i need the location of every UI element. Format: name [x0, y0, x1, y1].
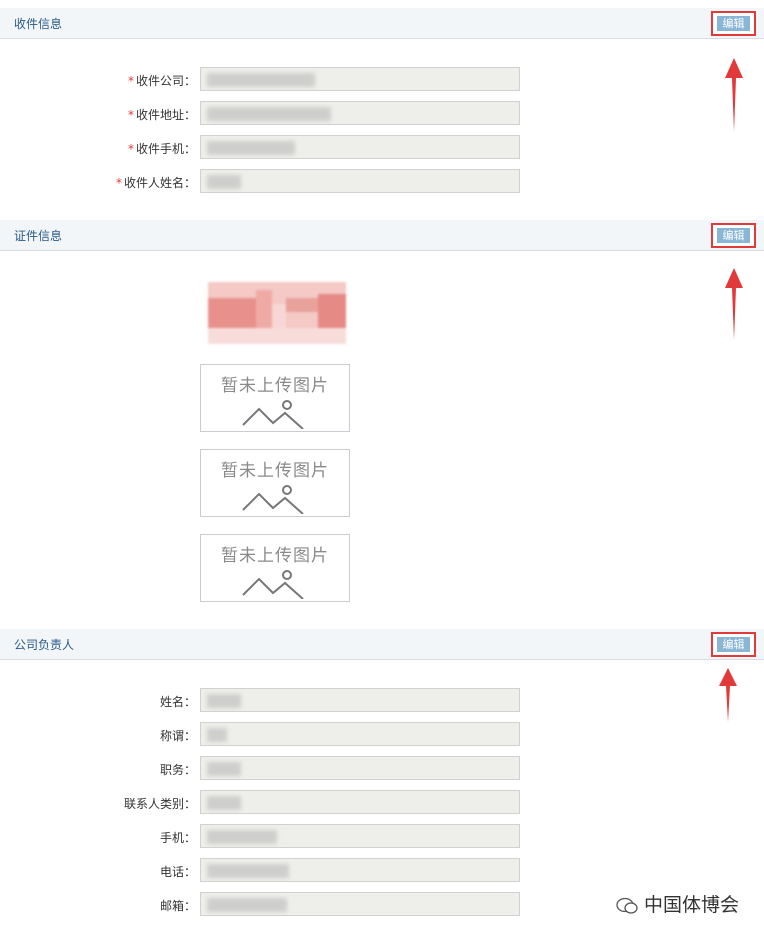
field-label: 联系人类别： — [123, 797, 196, 811]
form-row-contact-type: 联系人类别： — [0, 790, 764, 814]
form-row-principal-position: 职务： — [0, 756, 764, 780]
edit-button-label: 编辑 — [717, 637, 750, 652]
section-title-receiver: 收件信息 — [14, 17, 63, 31]
form-row-receiver-name: * 收件人姓名： — [0, 169, 764, 193]
field-label: 称谓： — [159, 729, 196, 743]
section-header-principal: 公司负责人 编辑 — [0, 629, 764, 660]
principal-title-input[interactable] — [200, 722, 520, 746]
edit-button-certificate[interactable]: 编辑 — [711, 223, 756, 248]
section-header-receiver: 收件信息 编辑 — [0, 8, 764, 39]
principal-mobile-input[interactable] — [200, 824, 520, 848]
image-placeholder[interactable]: 暂未上传图片 — [200, 364, 350, 432]
watermark: 中国体博会 — [616, 890, 739, 917]
field-label: 收件人姓名： — [123, 176, 196, 190]
contact-type-input[interactable] — [200, 790, 520, 814]
form-row-receiver-address: * 收件地址： — [0, 101, 764, 125]
principal-phone-input[interactable] — [200, 858, 520, 882]
receiver-company-input[interactable] — [200, 67, 520, 91]
section-title-certificate: 证件信息 — [14, 229, 63, 243]
field-label: 邮箱： — [159, 899, 196, 913]
required-mark: * — [127, 74, 134, 88]
field-label: 收件手机： — [135, 142, 196, 156]
required-mark: * — [127, 108, 134, 122]
form-row-principal-phone: 电话： — [0, 858, 764, 882]
placeholder-text: 暂未上传图片 — [221, 461, 329, 481]
receiver-name-input[interactable] — [200, 169, 520, 193]
wechat-icon — [616, 897, 638, 914]
principal-name-input[interactable] — [200, 688, 520, 712]
field-label: 收件公司： — [135, 74, 196, 88]
edit-button-receiver[interactable]: 编辑 — [711, 11, 756, 36]
form-row-receiver-company: * 收件公司： — [0, 67, 764, 91]
receiver-address-input[interactable] — [200, 101, 520, 125]
edit-button-label: 编辑 — [717, 228, 750, 243]
field-label: 姓名： — [159, 695, 196, 709]
edit-button-label: 编辑 — [717, 16, 750, 31]
watermark-text: 中国体博会 — [644, 894, 740, 916]
required-mark: * — [115, 176, 122, 190]
form-row-principal-mobile: 手机： — [0, 824, 764, 848]
uploaded-certificate-image[interactable] — [208, 282, 346, 344]
required-mark: * — [127, 142, 134, 156]
placeholder-text: 暂未上传图片 — [221, 546, 329, 566]
principal-position-input[interactable] — [200, 756, 520, 780]
section-header-certificate: 证件信息 编辑 — [0, 220, 764, 251]
image-placeholder[interactable]: 暂未上传图片 — [200, 449, 350, 517]
mountain-image-icon — [242, 485, 304, 514]
mountain-image-icon — [242, 400, 304, 429]
form-row-principal-name: 姓名： — [0, 688, 764, 712]
edit-button-principal[interactable]: 编辑 — [711, 632, 756, 657]
annotation-arrow-up-icon — [725, 268, 743, 340]
mountain-image-icon — [242, 570, 304, 599]
form-row-receiver-phone: * 收件手机： — [0, 135, 764, 159]
receiver-phone-input[interactable] — [200, 135, 520, 159]
principal-email-input[interactable] — [200, 892, 520, 916]
placeholder-text: 暂未上传图片 — [221, 376, 329, 396]
field-label: 手机： — [159, 831, 196, 845]
image-placeholder[interactable]: 暂未上传图片 — [200, 534, 350, 602]
field-label: 收件地址： — [135, 108, 196, 122]
field-label: 职务： — [159, 763, 196, 777]
field-label: 电话： — [159, 865, 196, 879]
section-title-principal: 公司负责人 — [14, 638, 75, 652]
form-row-principal-title: 称谓： — [0, 722, 764, 746]
